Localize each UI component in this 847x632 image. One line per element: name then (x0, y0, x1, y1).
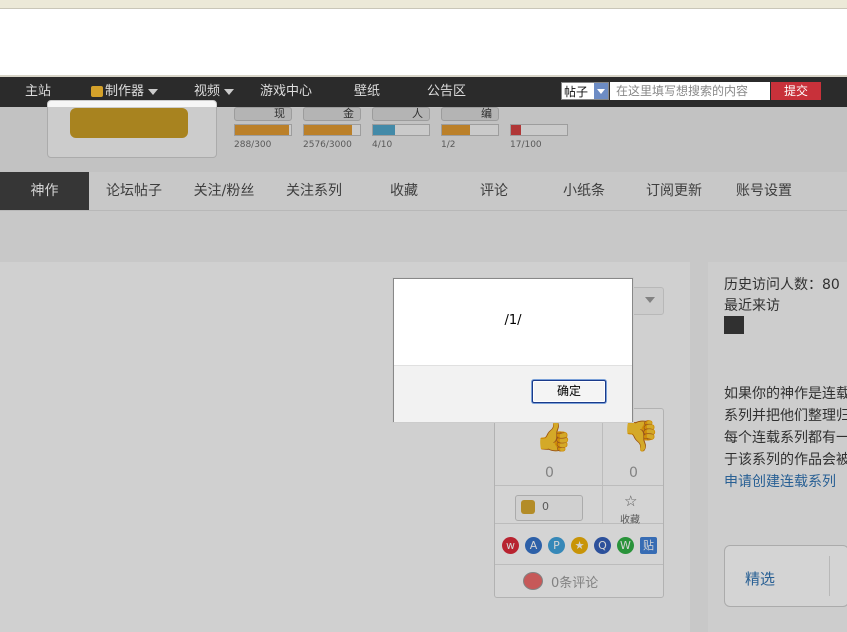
nav-label: 壁纸 (354, 84, 381, 99)
chevron-down-icon (148, 88, 159, 95)
ok-button[interactable]: 确定 (532, 380, 606, 403)
dialog-message: /1/ (504, 313, 522, 328)
search-type-select[interactable]: 帖子 (561, 82, 609, 100)
nav-item-notice[interactable]: 公告区 (427, 77, 466, 107)
nav-label: 制作器 (105, 84, 145, 99)
nav-item-wallpaper[interactable]: 壁纸 (354, 77, 380, 107)
nav-label: 游戏中心 (260, 84, 313, 99)
search-submit-button[interactable]: 提交 (771, 82, 821, 100)
dropdown-arrow-icon (594, 83, 608, 99)
camera-icon (91, 86, 103, 97)
dialog-footer: 确定 (394, 365, 632, 422)
search-input[interactable]: 在这里填写想搜索的内容 (610, 82, 770, 100)
chevron-down-icon (224, 88, 235, 95)
nav-label: 主站 (25, 84, 52, 99)
nav-label: 公告区 (427, 84, 467, 99)
nav-item-games[interactable]: 游戏中心 (260, 77, 312, 107)
search-type-value: 帖子 (564, 85, 589, 99)
nav-label: 视频 (194, 84, 221, 99)
browser-top-strip (0, 0, 847, 9)
browser-blank-area (0, 9, 847, 77)
alert-dialog: /1/ 确定 (393, 278, 633, 422)
